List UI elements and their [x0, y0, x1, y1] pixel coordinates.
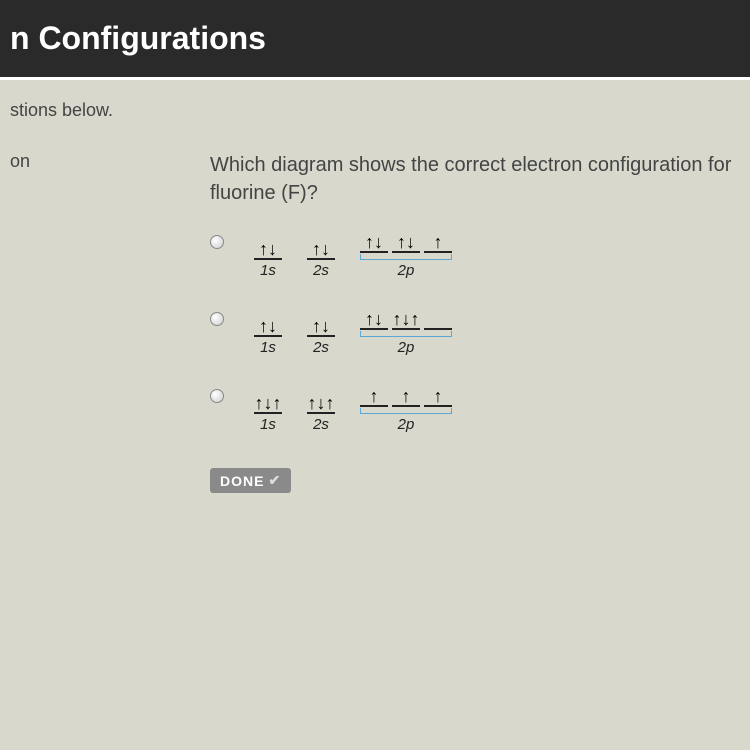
orbital-2s: ↑↓ 2s: [307, 234, 335, 279]
question-text: Which diagram shows the correct electron…: [210, 151, 740, 207]
page-header: n Configurations: [0, 0, 750, 80]
orbital-diagram-1: ↑↓1s↑↓2s↑↓↑↓↑2p: [254, 227, 452, 279]
orbital-2s: ↑↓↑ 2s: [307, 388, 335, 433]
orbital-label: 2p: [398, 339, 415, 356]
orbital-box: ↑↓: [360, 227, 388, 253]
orbital-2p: ↑↑↑2p: [360, 381, 452, 433]
radio-option-3[interactable]: [210, 389, 224, 403]
done-label: DONE: [220, 473, 264, 489]
bracket: [360, 408, 452, 414]
orbital-box: ↑: [424, 381, 452, 407]
orbital-label: 2p: [398, 416, 415, 433]
content-area: stions below. on Which diagram shows the…: [0, 80, 750, 503]
orbital-label: 2s: [313, 416, 329, 433]
radio-option-2[interactable]: [210, 312, 224, 326]
orbital-box: ↑↓↑: [307, 388, 335, 414]
option-2: ↑↓1s↑↓2s↑↓↑↓↑2p: [210, 304, 740, 356]
orbital-box: ↑↓↑: [254, 388, 282, 414]
bracket: [360, 254, 452, 260]
orbital-box: ↑: [360, 381, 388, 407]
done-button[interactable]: DONE ✔: [210, 468, 291, 493]
orbital-1s: ↑↓ 1s: [254, 234, 282, 279]
radio-option-1[interactable]: [210, 235, 224, 249]
orbital-box: ↑↓: [307, 311, 335, 337]
orbital-box: ↑↓: [392, 227, 420, 253]
orbital-1s: ↑↓ 1s: [254, 311, 282, 356]
option-1: ↑↓1s↑↓2s↑↓↑↓↑2p: [210, 227, 740, 279]
options-list: ↑↓1s↑↓2s↑↓↑↓↑2p↑↓1s↑↓2s↑↓↑↓↑2p↑↓↑1s↑↓↑2s…: [210, 227, 740, 433]
orbital-2s: ↑↓ 2s: [307, 311, 335, 356]
orbital-label: 1s: [260, 339, 276, 356]
orbital-box: ↑↓: [254, 311, 282, 337]
left-text-fragment: on: [10, 151, 40, 493]
orbital-box: ↑↓: [360, 304, 388, 330]
orbital-label: 2p: [398, 262, 415, 279]
header-title: n Configurations: [10, 20, 266, 56]
orbital-label: 2s: [313, 262, 329, 279]
orbital-box: ↑: [392, 381, 420, 407]
bracket: [360, 331, 452, 337]
orbital-diagram-3: ↑↓↑1s↑↓↑2s↑↑↑2p: [254, 381, 452, 433]
orbital-label: 1s: [260, 262, 276, 279]
orbital-diagram-2: ↑↓1s↑↓2s↑↓↑↓↑2p: [254, 304, 452, 356]
check-icon: ✔: [268, 472, 281, 489]
instructions-text: stions below.: [10, 100, 740, 121]
orbital-box: ↑↓: [254, 234, 282, 260]
orbital-label: 1s: [260, 416, 276, 433]
option-3: ↑↓↑1s↑↓↑2s↑↑↑2p: [210, 381, 740, 433]
orbital-label: 2s: [313, 339, 329, 356]
orbital-1s: ↑↓↑ 1s: [254, 388, 282, 433]
orbital-2p: ↑↓↑↓↑2p: [360, 227, 452, 279]
orbital-box: ↑↓↑: [392, 304, 420, 330]
orbital-box: ↑: [424, 227, 452, 253]
orbital-box: ↑↓: [307, 234, 335, 260]
orbital-box: [424, 304, 452, 330]
orbital-2p: ↑↓↑↓↑ 2p: [360, 304, 452, 356]
